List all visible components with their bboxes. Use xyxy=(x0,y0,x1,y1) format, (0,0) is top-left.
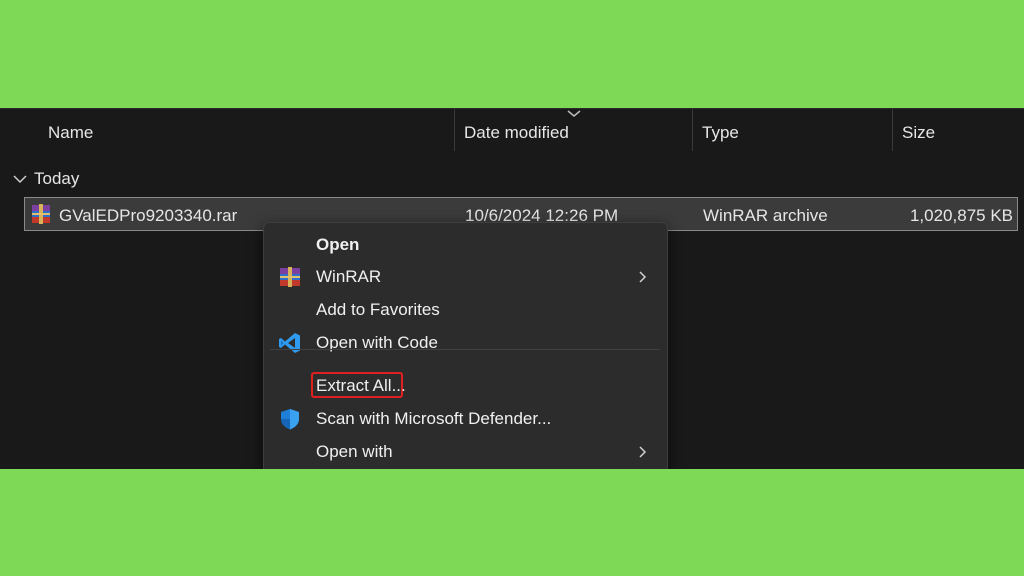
column-divider[interactable] xyxy=(692,109,693,151)
winrar-icon xyxy=(280,267,300,287)
menu-item-label: WinRAR xyxy=(316,267,382,286)
context-menu: Open WinRAR Add to Favorites Open with C… xyxy=(263,222,668,469)
menu-item-winrar[interactable]: WinRAR xyxy=(264,261,665,293)
column-divider[interactable] xyxy=(454,109,455,151)
menu-item-open-with[interactable]: Open with xyxy=(264,436,665,468)
menu-item-label: Scan with Microsoft Defender... xyxy=(316,409,552,428)
vscode-icon xyxy=(279,333,300,353)
menu-separator xyxy=(270,349,660,350)
file-name: GValEDPro9203340.rar xyxy=(59,206,238,225)
sort-descending-icon xyxy=(567,110,581,117)
column-type[interactable]: Type xyxy=(702,123,739,143)
menu-item-label: Open with xyxy=(316,442,393,461)
menu-item-label: Open with Code xyxy=(316,333,438,352)
menu-item-extract-all[interactable]: Extract All... xyxy=(264,370,665,402)
menu-item-open[interactable]: Open xyxy=(264,229,665,261)
column-size[interactable]: Size xyxy=(902,123,935,143)
menu-item-open-with-code[interactable]: Open with Code xyxy=(264,327,665,359)
chevron-right-icon xyxy=(639,271,647,283)
menu-item-label: Extract All... xyxy=(316,376,406,395)
group-label: Today xyxy=(34,169,80,188)
column-date-modified[interactable]: Date modified xyxy=(464,123,569,143)
file-type: WinRAR archive xyxy=(703,206,828,225)
chevron-down-icon xyxy=(13,175,27,184)
file-explorer-window: Name Date modified Type Size Today GValE… xyxy=(0,108,1024,469)
group-header-today[interactable]: Today xyxy=(12,167,79,191)
chevron-right-icon xyxy=(639,446,647,458)
menu-item-scan-defender[interactable]: Scan with Microsoft Defender... xyxy=(264,403,665,435)
winrar-archive-icon xyxy=(32,204,50,224)
column-divider[interactable] xyxy=(892,109,893,151)
column-header: Name Date modified Type Size xyxy=(0,109,1024,153)
column-name[interactable]: Name xyxy=(48,123,93,143)
file-size: 1,020,875 KB xyxy=(909,206,1013,225)
menu-item-label: Open xyxy=(316,235,360,254)
menu-item-add-to-favorites[interactable]: Add to Favorites xyxy=(264,294,665,326)
defender-shield-icon xyxy=(281,409,299,430)
menu-item-label: Add to Favorites xyxy=(316,300,440,319)
